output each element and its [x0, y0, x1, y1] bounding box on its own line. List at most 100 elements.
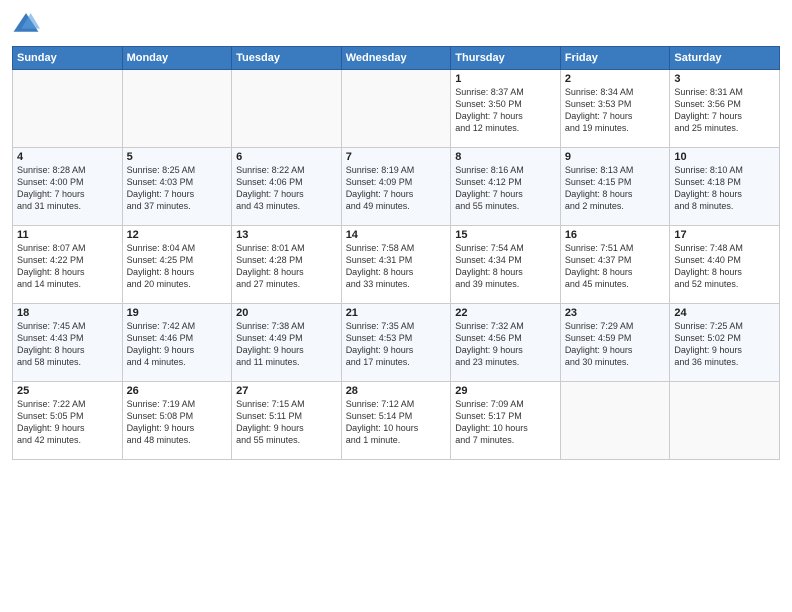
day-number: 5	[127, 151, 228, 163]
cell-5-5: 29Sunrise: 7:09 AM Sunset: 5:17 PM Dayli…	[451, 382, 561, 460]
day-number: 20	[236, 307, 337, 319]
cell-4-6: 23Sunrise: 7:29 AM Sunset: 4:59 PM Dayli…	[560, 304, 670, 382]
cell-info: Sunrise: 8:16 AM Sunset: 4:12 PM Dayligh…	[455, 164, 556, 213]
cell-5-6	[560, 382, 670, 460]
cell-info: Sunrise: 7:48 AM Sunset: 4:40 PM Dayligh…	[674, 242, 775, 291]
cell-info: Sunrise: 7:22 AM Sunset: 5:05 PM Dayligh…	[17, 398, 118, 447]
cell-2-7: 10Sunrise: 8:10 AM Sunset: 4:18 PM Dayli…	[670, 148, 780, 226]
day-number: 1	[455, 73, 556, 85]
cell-info: Sunrise: 7:25 AM Sunset: 5:02 PM Dayligh…	[674, 320, 775, 369]
calendar-body: 1Sunrise: 8:37 AM Sunset: 3:50 PM Daylig…	[13, 70, 780, 460]
day-number: 13	[236, 229, 337, 241]
col-header-wednesday: Wednesday	[341, 47, 451, 70]
week-row-4: 18Sunrise: 7:45 AM Sunset: 4:43 PM Dayli…	[13, 304, 780, 382]
cell-2-6: 9Sunrise: 8:13 AM Sunset: 4:15 PM Daylig…	[560, 148, 670, 226]
cell-1-6: 2Sunrise: 8:34 AM Sunset: 3:53 PM Daylig…	[560, 70, 670, 148]
cell-info: Sunrise: 8:37 AM Sunset: 3:50 PM Dayligh…	[455, 86, 556, 135]
col-header-saturday: Saturday	[670, 47, 780, 70]
day-number: 29	[455, 385, 556, 397]
cell-info: Sunrise: 7:42 AM Sunset: 4:46 PM Dayligh…	[127, 320, 228, 369]
cell-info: Sunrise: 7:58 AM Sunset: 4:31 PM Dayligh…	[346, 242, 447, 291]
cell-info: Sunrise: 8:34 AM Sunset: 3:53 PM Dayligh…	[565, 86, 666, 135]
cell-info: Sunrise: 7:15 AM Sunset: 5:11 PM Dayligh…	[236, 398, 337, 447]
main-container: SundayMondayTuesdayWednesdayThursdayFrid…	[0, 0, 792, 466]
cell-4-5: 22Sunrise: 7:32 AM Sunset: 4:56 PM Dayli…	[451, 304, 561, 382]
cell-info: Sunrise: 8:31 AM Sunset: 3:56 PM Dayligh…	[674, 86, 775, 135]
day-number: 2	[565, 73, 666, 85]
day-number: 28	[346, 385, 447, 397]
day-number: 26	[127, 385, 228, 397]
cell-3-6: 16Sunrise: 7:51 AM Sunset: 4:37 PM Dayli…	[560, 226, 670, 304]
cell-info: Sunrise: 8:22 AM Sunset: 4:06 PM Dayligh…	[236, 164, 337, 213]
header	[12, 10, 780, 38]
calendar-table: SundayMondayTuesdayWednesdayThursdayFrid…	[12, 46, 780, 460]
cell-info: Sunrise: 7:29 AM Sunset: 4:59 PM Dayligh…	[565, 320, 666, 369]
week-row-3: 11Sunrise: 8:07 AM Sunset: 4:22 PM Dayli…	[13, 226, 780, 304]
cell-3-4: 14Sunrise: 7:58 AM Sunset: 4:31 PM Dayli…	[341, 226, 451, 304]
cell-3-5: 15Sunrise: 7:54 AM Sunset: 4:34 PM Dayli…	[451, 226, 561, 304]
day-number: 12	[127, 229, 228, 241]
cell-1-5: 1Sunrise: 8:37 AM Sunset: 3:50 PM Daylig…	[451, 70, 561, 148]
cell-info: Sunrise: 7:12 AM Sunset: 5:14 PM Dayligh…	[346, 398, 447, 447]
cell-info: Sunrise: 8:19 AM Sunset: 4:09 PM Dayligh…	[346, 164, 447, 213]
day-number: 18	[17, 307, 118, 319]
cell-info: Sunrise: 8:04 AM Sunset: 4:25 PM Dayligh…	[127, 242, 228, 291]
cell-1-4	[341, 70, 451, 148]
cell-4-1: 18Sunrise: 7:45 AM Sunset: 4:43 PM Dayli…	[13, 304, 123, 382]
cell-info: Sunrise: 7:54 AM Sunset: 4:34 PM Dayligh…	[455, 242, 556, 291]
cell-info: Sunrise: 8:01 AM Sunset: 4:28 PM Dayligh…	[236, 242, 337, 291]
cell-1-2	[122, 70, 232, 148]
day-number: 4	[17, 151, 118, 163]
col-header-tuesday: Tuesday	[232, 47, 342, 70]
calendar-header-row: SundayMondayTuesdayWednesdayThursdayFrid…	[13, 47, 780, 70]
cell-4-3: 20Sunrise: 7:38 AM Sunset: 4:49 PM Dayli…	[232, 304, 342, 382]
cell-5-1: 25Sunrise: 7:22 AM Sunset: 5:05 PM Dayli…	[13, 382, 123, 460]
week-row-5: 25Sunrise: 7:22 AM Sunset: 5:05 PM Dayli…	[13, 382, 780, 460]
cell-info: Sunrise: 7:38 AM Sunset: 4:49 PM Dayligh…	[236, 320, 337, 369]
cell-2-4: 7Sunrise: 8:19 AM Sunset: 4:09 PM Daylig…	[341, 148, 451, 226]
day-number: 10	[674, 151, 775, 163]
cell-3-2: 12Sunrise: 8:04 AM Sunset: 4:25 PM Dayli…	[122, 226, 232, 304]
cell-1-7: 3Sunrise: 8:31 AM Sunset: 3:56 PM Daylig…	[670, 70, 780, 148]
col-header-sunday: Sunday	[13, 47, 123, 70]
cell-1-3	[232, 70, 342, 148]
logo-icon	[12, 10, 40, 38]
day-number: 22	[455, 307, 556, 319]
day-number: 23	[565, 307, 666, 319]
week-row-1: 1Sunrise: 8:37 AM Sunset: 3:50 PM Daylig…	[13, 70, 780, 148]
day-number: 8	[455, 151, 556, 163]
col-header-thursday: Thursday	[451, 47, 561, 70]
day-number: 7	[346, 151, 447, 163]
day-number: 27	[236, 385, 337, 397]
day-number: 17	[674, 229, 775, 241]
cell-info: Sunrise: 7:09 AM Sunset: 5:17 PM Dayligh…	[455, 398, 556, 447]
day-number: 11	[17, 229, 118, 241]
day-number: 25	[17, 385, 118, 397]
cell-2-1: 4Sunrise: 8:28 AM Sunset: 4:00 PM Daylig…	[13, 148, 123, 226]
cell-3-7: 17Sunrise: 7:48 AM Sunset: 4:40 PM Dayli…	[670, 226, 780, 304]
day-number: 14	[346, 229, 447, 241]
day-number: 16	[565, 229, 666, 241]
cell-info: Sunrise: 8:10 AM Sunset: 4:18 PM Dayligh…	[674, 164, 775, 213]
cell-info: Sunrise: 7:35 AM Sunset: 4:53 PM Dayligh…	[346, 320, 447, 369]
cell-2-5: 8Sunrise: 8:16 AM Sunset: 4:12 PM Daylig…	[451, 148, 561, 226]
cell-5-2: 26Sunrise: 7:19 AM Sunset: 5:08 PM Dayli…	[122, 382, 232, 460]
day-number: 15	[455, 229, 556, 241]
col-header-friday: Friday	[560, 47, 670, 70]
cell-5-3: 27Sunrise: 7:15 AM Sunset: 5:11 PM Dayli…	[232, 382, 342, 460]
cell-info: Sunrise: 7:51 AM Sunset: 4:37 PM Dayligh…	[565, 242, 666, 291]
cell-2-2: 5Sunrise: 8:25 AM Sunset: 4:03 PM Daylig…	[122, 148, 232, 226]
day-number: 3	[674, 73, 775, 85]
day-number: 19	[127, 307, 228, 319]
day-number: 6	[236, 151, 337, 163]
cell-info: Sunrise: 7:32 AM Sunset: 4:56 PM Dayligh…	[455, 320, 556, 369]
cell-5-7	[670, 382, 780, 460]
cell-2-3: 6Sunrise: 8:22 AM Sunset: 4:06 PM Daylig…	[232, 148, 342, 226]
cell-info: Sunrise: 8:13 AM Sunset: 4:15 PM Dayligh…	[565, 164, 666, 213]
day-number: 9	[565, 151, 666, 163]
cell-3-1: 11Sunrise: 8:07 AM Sunset: 4:22 PM Dayli…	[13, 226, 123, 304]
cell-4-2: 19Sunrise: 7:42 AM Sunset: 4:46 PM Dayli…	[122, 304, 232, 382]
day-number: 24	[674, 307, 775, 319]
cell-4-7: 24Sunrise: 7:25 AM Sunset: 5:02 PM Dayli…	[670, 304, 780, 382]
cell-info: Sunrise: 7:45 AM Sunset: 4:43 PM Dayligh…	[17, 320, 118, 369]
